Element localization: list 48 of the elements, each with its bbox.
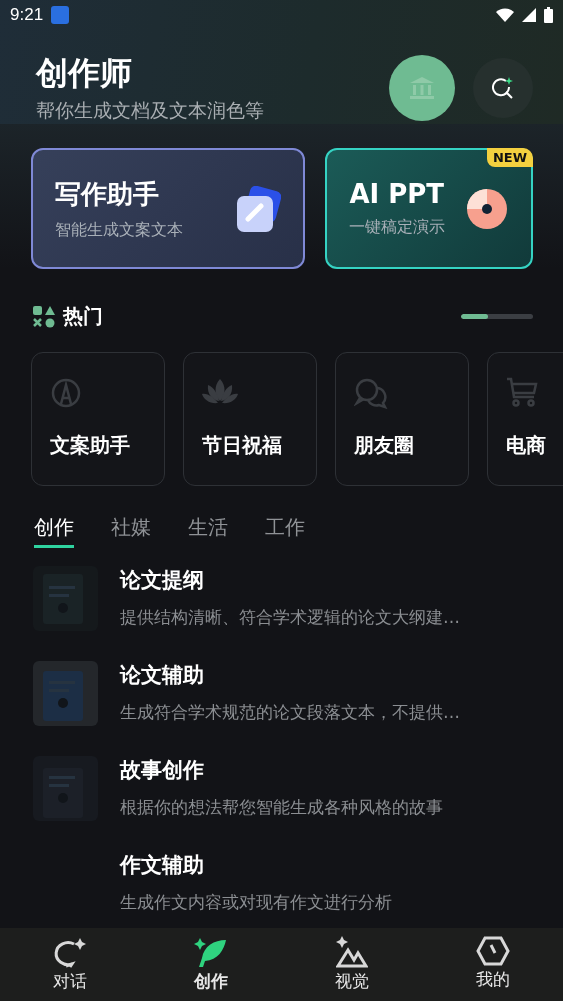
signal-icon [522, 8, 536, 22]
scroll-indicator [461, 314, 533, 319]
category-tab[interactable]: 工作 [265, 514, 305, 548]
item-title[interactable]: 作文辅助 [120, 851, 392, 879]
page-subtitle: 帮你生成文档及文本润色等 [36, 98, 265, 123]
app-notification-icon [51, 6, 70, 24]
item-description: 生成作文内容或对现有作文进行分析 [120, 891, 392, 914]
disc-icon [465, 186, 509, 231]
nav-tab[interactable]: 视觉 [281, 928, 423, 1001]
item-title[interactable]: 论文辅助 [120, 661, 460, 689]
battery-icon [544, 7, 553, 23]
item-description: 提供结构清晰、符合学术逻辑的论文大纲建… [120, 606, 460, 629]
nav-tab[interactable]: 创作 [140, 928, 282, 1001]
section-title: 热门 [63, 303, 104, 330]
template-card[interactable]: 电商 [487, 352, 563, 486]
cart-icon [506, 377, 538, 407]
edit-note-icon [235, 185, 282, 232]
mountain-sparkle-icon [335, 936, 368, 968]
card-title: 写作助手 [55, 177, 160, 211]
feature-card[interactable]: 写作助手 智能生成文案文本 [31, 148, 306, 269]
page-title: 创作师 [36, 53, 133, 94]
category-tab[interactable]: 社媒 [111, 514, 151, 548]
shapes-icon [33, 305, 55, 328]
search-sparkle-icon [492, 77, 514, 99]
wifi-icon [496, 8, 514, 22]
clock: 9:21 [10, 5, 44, 25]
new-badge: NEW [486, 148, 533, 167]
feature-card[interactable]: AI PPT 一键稿定演示 NEW [325, 148, 533, 269]
feather-icon [194, 936, 229, 968]
nav-tab[interactable]: 对话 [0, 928, 141, 1001]
item-title[interactable]: 论文提纲 [120, 566, 460, 594]
bank-icon [410, 77, 434, 99]
nav-tab[interactable]: 我的 [422, 928, 563, 1001]
lotus-icon [202, 377, 238, 405]
category-tab[interactable]: 生活 [188, 514, 228, 548]
card-subtitle: 一键稿定演示 [349, 217, 447, 238]
pencil-circle-icon [50, 377, 82, 409]
template-card[interactable]: 文案助手 [31, 352, 165, 486]
card-title: AI PPT [349, 179, 446, 209]
card-subtitle: 智能生成文案文本 [55, 219, 184, 241]
chat-bubbles-icon [354, 377, 388, 409]
item-description: 根据你的想法帮您智能生成各种风格的故事 [120, 796, 443, 819]
template-card[interactable]: 朋友圈 [335, 352, 469, 486]
template-card[interactable]: 节日祝福 [183, 352, 317, 486]
item-description: 生成符合学术规范的论文段落文本，不提供… [120, 701, 460, 724]
item-title[interactable]: 故事创作 [120, 756, 443, 784]
category-tab[interactable]: 创作 [34, 514, 74, 548]
hexagon-icon [475, 936, 510, 966]
